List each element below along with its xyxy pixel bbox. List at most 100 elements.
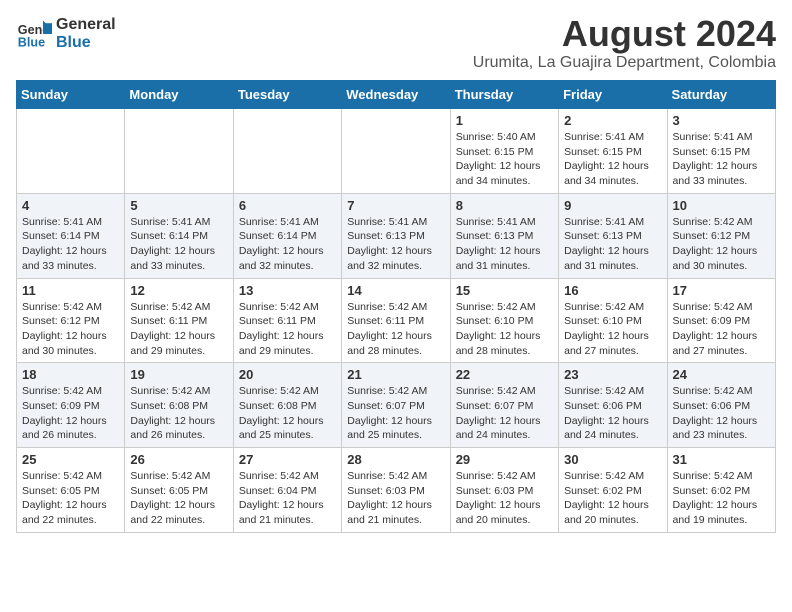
day-number: 16 bbox=[564, 283, 661, 298]
calendar-day-cell: 28 Sunrise: 5:42 AM Sunset: 6:03 PM Dayli… bbox=[342, 448, 450, 533]
day-info: Sunrise: 5:42 AM Sunset: 6:11 PM Dayligh… bbox=[239, 300, 336, 359]
logo: General Blue General Blue bbox=[16, 16, 116, 52]
calendar-day-cell: 13 Sunrise: 5:42 AM Sunset: 6:11 PM Dayli… bbox=[233, 278, 341, 363]
day-info: Sunrise: 5:41 AM Sunset: 6:13 PM Dayligh… bbox=[347, 215, 444, 274]
day-info: Sunrise: 5:41 AM Sunset: 6:13 PM Dayligh… bbox=[456, 215, 553, 274]
calendar-day-cell: 14 Sunrise: 5:42 AM Sunset: 6:11 PM Dayli… bbox=[342, 278, 450, 363]
calendar-day-cell: 2 Sunrise: 5:41 AM Sunset: 6:15 PM Daylig… bbox=[559, 109, 667, 194]
calendar-day-cell: 29 Sunrise: 5:42 AM Sunset: 6:03 PM Dayli… bbox=[450, 448, 558, 533]
day-number: 2 bbox=[564, 113, 661, 128]
calendar-day-cell: 25 Sunrise: 5:42 AM Sunset: 6:05 PM Dayli… bbox=[17, 448, 125, 533]
calendar-day-cell: 18 Sunrise: 5:42 AM Sunset: 6:09 PM Dayli… bbox=[17, 363, 125, 448]
calendar-day-cell: 20Sunrise: 5:42 AM Sunset: 6:08 PM Dayli… bbox=[233, 363, 341, 448]
day-info: Sunrise: 5:42 AM Sunset: 6:09 PM Dayligh… bbox=[22, 384, 119, 443]
logo-icon: General Blue bbox=[16, 16, 52, 52]
calendar-day-cell bbox=[233, 109, 341, 194]
calendar-day-cell: 11 Sunrise: 5:42 AM Sunset: 6:12 PM Dayli… bbox=[17, 278, 125, 363]
calendar-day-cell: 12 Sunrise: 5:42 AM Sunset: 6:11 PM Dayli… bbox=[125, 278, 233, 363]
day-info: Sunrise: 5:42 AM Sunset: 6:03 PM Dayligh… bbox=[456, 469, 553, 528]
calendar-day-cell bbox=[342, 109, 450, 194]
calendar-day-cell: 1Sunrise: 5:40 AM Sunset: 6:15 PM Daylig… bbox=[450, 109, 558, 194]
day-number: 3 bbox=[673, 113, 770, 128]
day-info: Sunrise: 5:42 AM Sunset: 6:10 PM Dayligh… bbox=[564, 300, 661, 359]
day-of-week-header: Tuesday bbox=[233, 81, 341, 109]
day-of-week-header: Monday bbox=[125, 81, 233, 109]
calendar-day-cell: 4Sunrise: 5:41 AM Sunset: 6:14 PM Daylig… bbox=[17, 193, 125, 278]
day-of-week-header: Wednesday bbox=[342, 81, 450, 109]
month-year-title: August 2024 bbox=[473, 16, 776, 52]
calendar-day-cell: 10Sunrise: 5:42 AM Sunset: 6:12 PM Dayli… bbox=[667, 193, 775, 278]
calendar-header-row: SundayMondayTuesdayWednesdayThursdayFrid… bbox=[17, 81, 776, 109]
calendar-week-row: 25 Sunrise: 5:42 AM Sunset: 6:05 PM Dayli… bbox=[17, 448, 776, 533]
day-number: 23 bbox=[564, 367, 661, 382]
day-info: Sunrise: 5:41 AM Sunset: 6:14 PM Dayligh… bbox=[239, 215, 336, 274]
calendar-day-cell bbox=[17, 109, 125, 194]
calendar-day-cell: 8 Sunrise: 5:41 AM Sunset: 6:13 PM Daylig… bbox=[450, 193, 558, 278]
day-info: Sunrise: 5:42 AM Sunset: 6:08 PM Dayligh… bbox=[239, 384, 336, 443]
calendar-day-cell: 19 Sunrise: 5:42 AM Sunset: 6:08 PM Dayli… bbox=[125, 363, 233, 448]
day-number: 29 bbox=[456, 452, 553, 467]
day-info: Sunrise: 5:42 AM Sunset: 6:05 PM Dayligh… bbox=[130, 469, 227, 528]
day-info: Sunrise: 5:42 AM Sunset: 6:09 PM Dayligh… bbox=[673, 300, 770, 359]
calendar-day-cell: 6 Sunrise: 5:41 AM Sunset: 6:14 PM Daylig… bbox=[233, 193, 341, 278]
day-number: 21 bbox=[347, 367, 444, 382]
day-info: Sunrise: 5:42 AM Sunset: 6:02 PM Dayligh… bbox=[564, 469, 661, 528]
logo-general: General bbox=[56, 16, 116, 34]
location-subtitle: Urumita, La Guajira Department, Colombia bbox=[473, 54, 776, 72]
day-info: Sunrise: 5:41 AM Sunset: 6:14 PM Dayligh… bbox=[130, 215, 227, 274]
day-number: 15 bbox=[456, 283, 553, 298]
calendar-week-row: 11 Sunrise: 5:42 AM Sunset: 6:12 PM Dayli… bbox=[17, 278, 776, 363]
day-number: 8 bbox=[456, 198, 553, 213]
calendar-week-row: 4Sunrise: 5:41 AM Sunset: 6:14 PM Daylig… bbox=[17, 193, 776, 278]
day-info: Sunrise: 5:42 AM Sunset: 6:11 PM Dayligh… bbox=[347, 300, 444, 359]
calendar-week-row: 1Sunrise: 5:40 AM Sunset: 6:15 PM Daylig… bbox=[17, 109, 776, 194]
day-number: 19 bbox=[130, 367, 227, 382]
day-of-week-header: Thursday bbox=[450, 81, 558, 109]
calendar-day-cell: 16 Sunrise: 5:42 AM Sunset: 6:10 PM Dayli… bbox=[559, 278, 667, 363]
day-info: Sunrise: 5:42 AM Sunset: 6:07 PM Dayligh… bbox=[456, 384, 553, 443]
day-info: Sunrise: 5:42 AM Sunset: 6:10 PM Dayligh… bbox=[456, 300, 553, 359]
calendar-day-cell: 27 Sunrise: 5:42 AM Sunset: 6:04 PM Dayli… bbox=[233, 448, 341, 533]
day-info: Sunrise: 5:42 AM Sunset: 6:12 PM Dayligh… bbox=[22, 300, 119, 359]
day-number: 14 bbox=[347, 283, 444, 298]
day-info: Sunrise: 5:42 AM Sunset: 6:04 PM Dayligh… bbox=[239, 469, 336, 528]
day-info: Sunrise: 5:42 AM Sunset: 6:02 PM Dayligh… bbox=[673, 469, 770, 528]
day-number: 6 bbox=[239, 198, 336, 213]
day-info: Sunrise: 5:42 AM Sunset: 6:03 PM Dayligh… bbox=[347, 469, 444, 528]
day-number: 13 bbox=[239, 283, 336, 298]
day-number: 25 bbox=[22, 452, 119, 467]
day-info: Sunrise: 5:42 AM Sunset: 6:05 PM Dayligh… bbox=[22, 469, 119, 528]
day-number: 17 bbox=[673, 283, 770, 298]
calendar-day-cell bbox=[125, 109, 233, 194]
day-number: 12 bbox=[130, 283, 227, 298]
calendar-day-cell: 31 Sunrise: 5:42 AM Sunset: 6:02 PM Dayli… bbox=[667, 448, 775, 533]
day-number: 30 bbox=[564, 452, 661, 467]
day-info: Sunrise: 5:42 AM Sunset: 6:06 PM Dayligh… bbox=[673, 384, 770, 443]
day-info: Sunrise: 5:41 AM Sunset: 6:15 PM Dayligh… bbox=[673, 130, 770, 189]
calendar-table: SundayMondayTuesdayWednesdayThursdayFrid… bbox=[16, 80, 776, 533]
day-info: Sunrise: 5:40 AM Sunset: 6:15 PM Dayligh… bbox=[456, 130, 553, 189]
svg-text:Blue: Blue bbox=[18, 36, 45, 50]
day-number: 28 bbox=[347, 452, 444, 467]
day-info: Sunrise: 5:42 AM Sunset: 6:07 PM Dayligh… bbox=[347, 384, 444, 443]
calendar-day-cell: 15 Sunrise: 5:42 AM Sunset: 6:10 PM Dayli… bbox=[450, 278, 558, 363]
logo-blue: Blue bbox=[56, 34, 116, 52]
day-number: 27 bbox=[239, 452, 336, 467]
day-number: 11 bbox=[22, 283, 119, 298]
calendar-day-cell: 5Sunrise: 5:41 AM Sunset: 6:14 PM Daylig… bbox=[125, 193, 233, 278]
day-number: 22 bbox=[456, 367, 553, 382]
day-info: Sunrise: 5:42 AM Sunset: 6:08 PM Dayligh… bbox=[130, 384, 227, 443]
calendar-day-cell: 17 Sunrise: 5:42 AM Sunset: 6:09 PM Dayli… bbox=[667, 278, 775, 363]
day-number: 18 bbox=[22, 367, 119, 382]
day-number: 24 bbox=[673, 367, 770, 382]
day-number: 26 bbox=[130, 452, 227, 467]
calendar-day-cell: 9Sunrise: 5:41 AM Sunset: 6:13 PM Daylig… bbox=[559, 193, 667, 278]
calendar-day-cell: 3 Sunrise: 5:41 AM Sunset: 6:15 PM Daylig… bbox=[667, 109, 775, 194]
calendar-day-cell: 7 Sunrise: 5:41 AM Sunset: 6:13 PM Daylig… bbox=[342, 193, 450, 278]
day-info: Sunrise: 5:42 AM Sunset: 6:11 PM Dayligh… bbox=[130, 300, 227, 359]
day-number: 31 bbox=[673, 452, 770, 467]
day-info: Sunrise: 5:41 AM Sunset: 6:15 PM Dayligh… bbox=[564, 130, 661, 189]
calendar-day-cell: 22 Sunrise: 5:42 AM Sunset: 6:07 PM Dayli… bbox=[450, 363, 558, 448]
day-number: 7 bbox=[347, 198, 444, 213]
calendar-week-row: 18 Sunrise: 5:42 AM Sunset: 6:09 PM Dayli… bbox=[17, 363, 776, 448]
